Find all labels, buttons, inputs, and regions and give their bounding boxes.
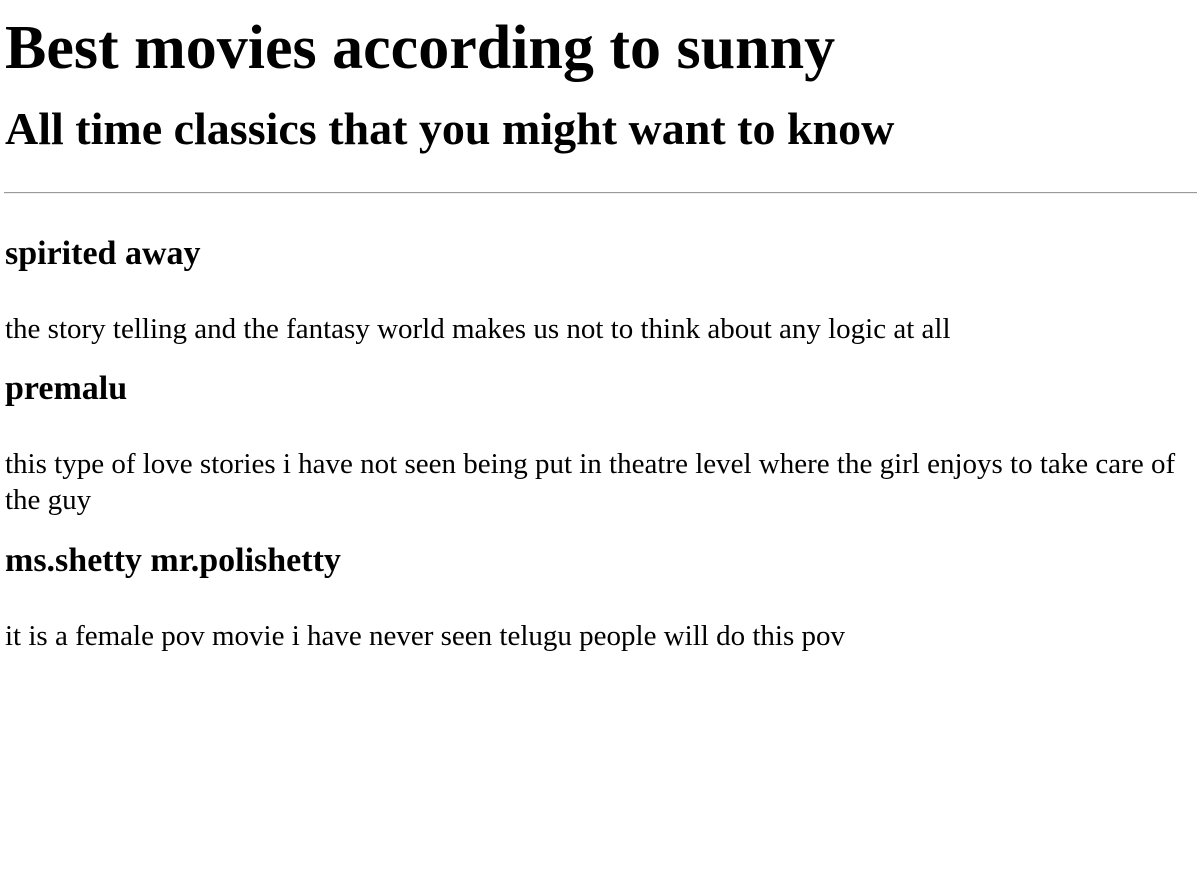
movie-description: this type of love stories i have not see… [5, 448, 1176, 516]
movie-title: spirited away [5, 235, 201, 272]
movie-item-spirited-away: spirited away the story telling and the … [5, 234, 1197, 347]
section-divider [4, 192, 1197, 194]
movie-title: premalu [5, 370, 128, 407]
movie-list: spirited away the story telling and the … [5, 234, 1197, 654]
movie-title: ms.shetty mr.polishetty [5, 542, 341, 579]
movie-description: it is a female pov movie i have never se… [5, 620, 845, 652]
movie-item-ms-shetty-mr-polishetty: ms.shetty mr.polishetty it is a female p… [5, 541, 1197, 654]
page-title: Best movies according to sunny [5, 14, 836, 82]
movie-description: the story telling and the fantasy world … [5, 313, 951, 345]
movie-item-premalu: premalu this type of love stories i have… [5, 369, 1197, 518]
page-subtitle: All time classics that you might want to… [5, 103, 895, 154]
page-container: Best movies according to sunny All time … [0, 0, 1197, 888]
